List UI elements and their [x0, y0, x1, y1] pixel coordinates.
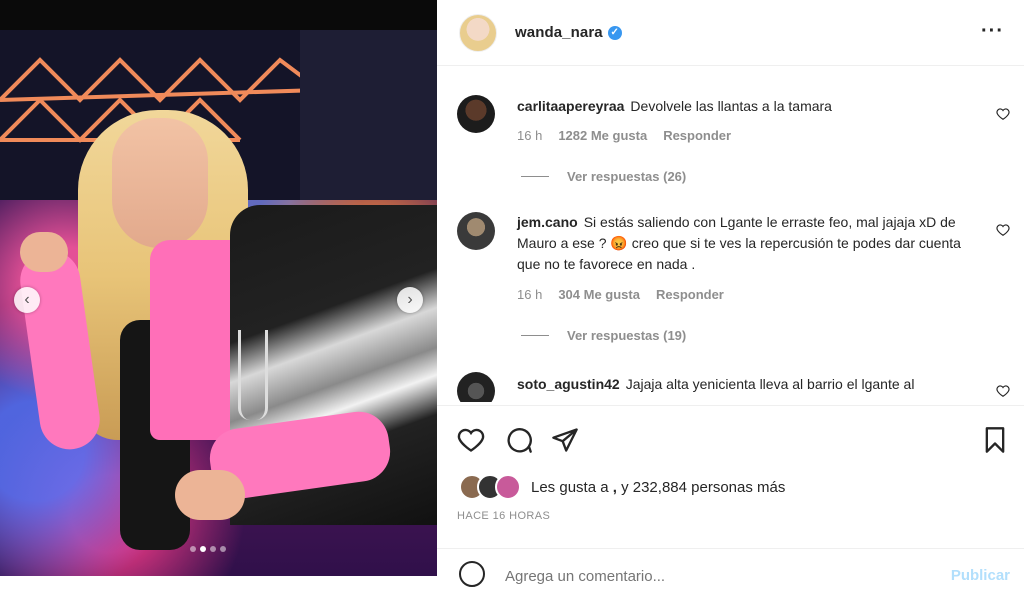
bookmark-save-icon[interactable]: [981, 426, 1009, 454]
view-replies-label: Ver respuestas (19): [567, 328, 687, 343]
left-hand: [20, 232, 68, 272]
comment-text: Devolvele las llantas a la tamara: [630, 98, 832, 114]
comment-text: Si estás saliendo con Lgante le erraste …: [517, 214, 961, 272]
chevron-right-icon: ›: [407, 291, 413, 308]
author-username[interactable]: wanda_nara: [515, 24, 603, 41]
post-action-bar: [437, 405, 1024, 471]
post-header: wanda_nara ✓ ···: [437, 0, 1024, 66]
likes-suffix: y 232,884 personas más: [621, 478, 786, 496]
carousel-dot: [190, 546, 196, 552]
reply-button[interactable]: Responder: [656, 287, 724, 302]
reply-button[interactable]: Responder: [663, 128, 731, 143]
like-heart-icon[interactable]: [457, 426, 485, 454]
photo-top-strip: [0, 0, 437, 30]
more-options-icon[interactable]: ···: [981, 20, 1004, 43]
next-photo-button[interactable]: ›: [397, 287, 423, 313]
add-comment-input[interactable]: [503, 567, 887, 586]
necklace: [238, 330, 268, 420]
comment-likes[interactable]: 1282 Me gusta: [558, 128, 647, 143]
comment-time: 16 h: [517, 287, 543, 302]
likes-text[interactable]: Les gusta a , y 232,884 personas más: [531, 479, 785, 496]
carousel-dot: [220, 546, 226, 552]
comment-text-block: carlitaapereyraa Devolvele las llantas a …: [517, 96, 967, 117]
likes-summary: Les gusta a , y 232,884 personas más: [459, 474, 785, 500]
emoji-picker-icon[interactable]: [459, 561, 485, 587]
view-replies-button[interactable]: Ver respuestas (19): [521, 328, 686, 343]
comment-meta: 16 h 304 Me gusta Responder: [517, 287, 724, 302]
comment-meta: 16 h 1282 Me gusta Responder: [517, 128, 731, 143]
share-send-icon[interactable]: [551, 426, 579, 454]
prev-photo-button[interactable]: ‹: [14, 287, 40, 313]
verified-badge-icon: ✓: [607, 25, 622, 40]
commenter-username[interactable]: carlitaapereyraa: [517, 98, 624, 114]
commenter-avatar[interactable]: [457, 95, 495, 133]
add-comment-bar: Publicar: [437, 548, 1024, 589]
liker-avatar: [495, 474, 521, 500]
comment-time: 16 h: [517, 128, 543, 143]
bottom-hand: [175, 470, 245, 520]
replies-divider: [521, 176, 549, 177]
comment-text: Jajaja alta yenicienta lleva al barrio e…: [625, 376, 915, 392]
comment-likes[interactable]: 304 Me gusta: [558, 287, 640, 302]
carousel-dot: [210, 546, 216, 552]
comment-text-block: soto_agustin42 Jajaja alta yenicienta lle…: [517, 374, 967, 395]
comment: soto_agustin42 Jajaja alta yenicienta lle…: [437, 372, 1024, 402]
like-comment-heart-icon[interactable]: [996, 223, 1010, 237]
commenter-username[interactable]: jem.cano: [517, 214, 578, 230]
carousel-dots: [190, 546, 226, 552]
comment-text-block: jem.cano Si estás saliendo con Lgante le …: [517, 212, 967, 275]
like-comment-heart-icon[interactable]: [996, 384, 1010, 398]
carousel-dot-active: [200, 546, 206, 552]
view-replies-label: Ver respuestas (26): [567, 169, 687, 184]
post-timestamp: HACE 16 HORAS: [457, 510, 551, 522]
comment-bubble-icon[interactable]: [505, 426, 533, 454]
likes-prefix: Les gusta a: [531, 478, 609, 496]
replies-divider: [521, 335, 549, 336]
chevron-left-icon: ‹: [24, 291, 30, 308]
commenter-username[interactable]: soto_agustin42: [517, 376, 620, 392]
face: [112, 118, 208, 248]
view-replies-button[interactable]: Ver respuestas (26): [521, 169, 686, 184]
like-comment-heart-icon[interactable]: [996, 107, 1010, 121]
commenter-avatar[interactable]: [457, 212, 495, 250]
post-photo: ‹ ›: [0, 0, 437, 576]
liker-username[interactable]: ,: [613, 479, 617, 496]
commenter-avatar[interactable]: [457, 372, 495, 402]
post-side-panel: wanda_nara ✓ ··· carlitaapereyraa Devolve…: [437, 0, 1024, 587]
author-avatar[interactable]: [459, 13, 497, 52]
